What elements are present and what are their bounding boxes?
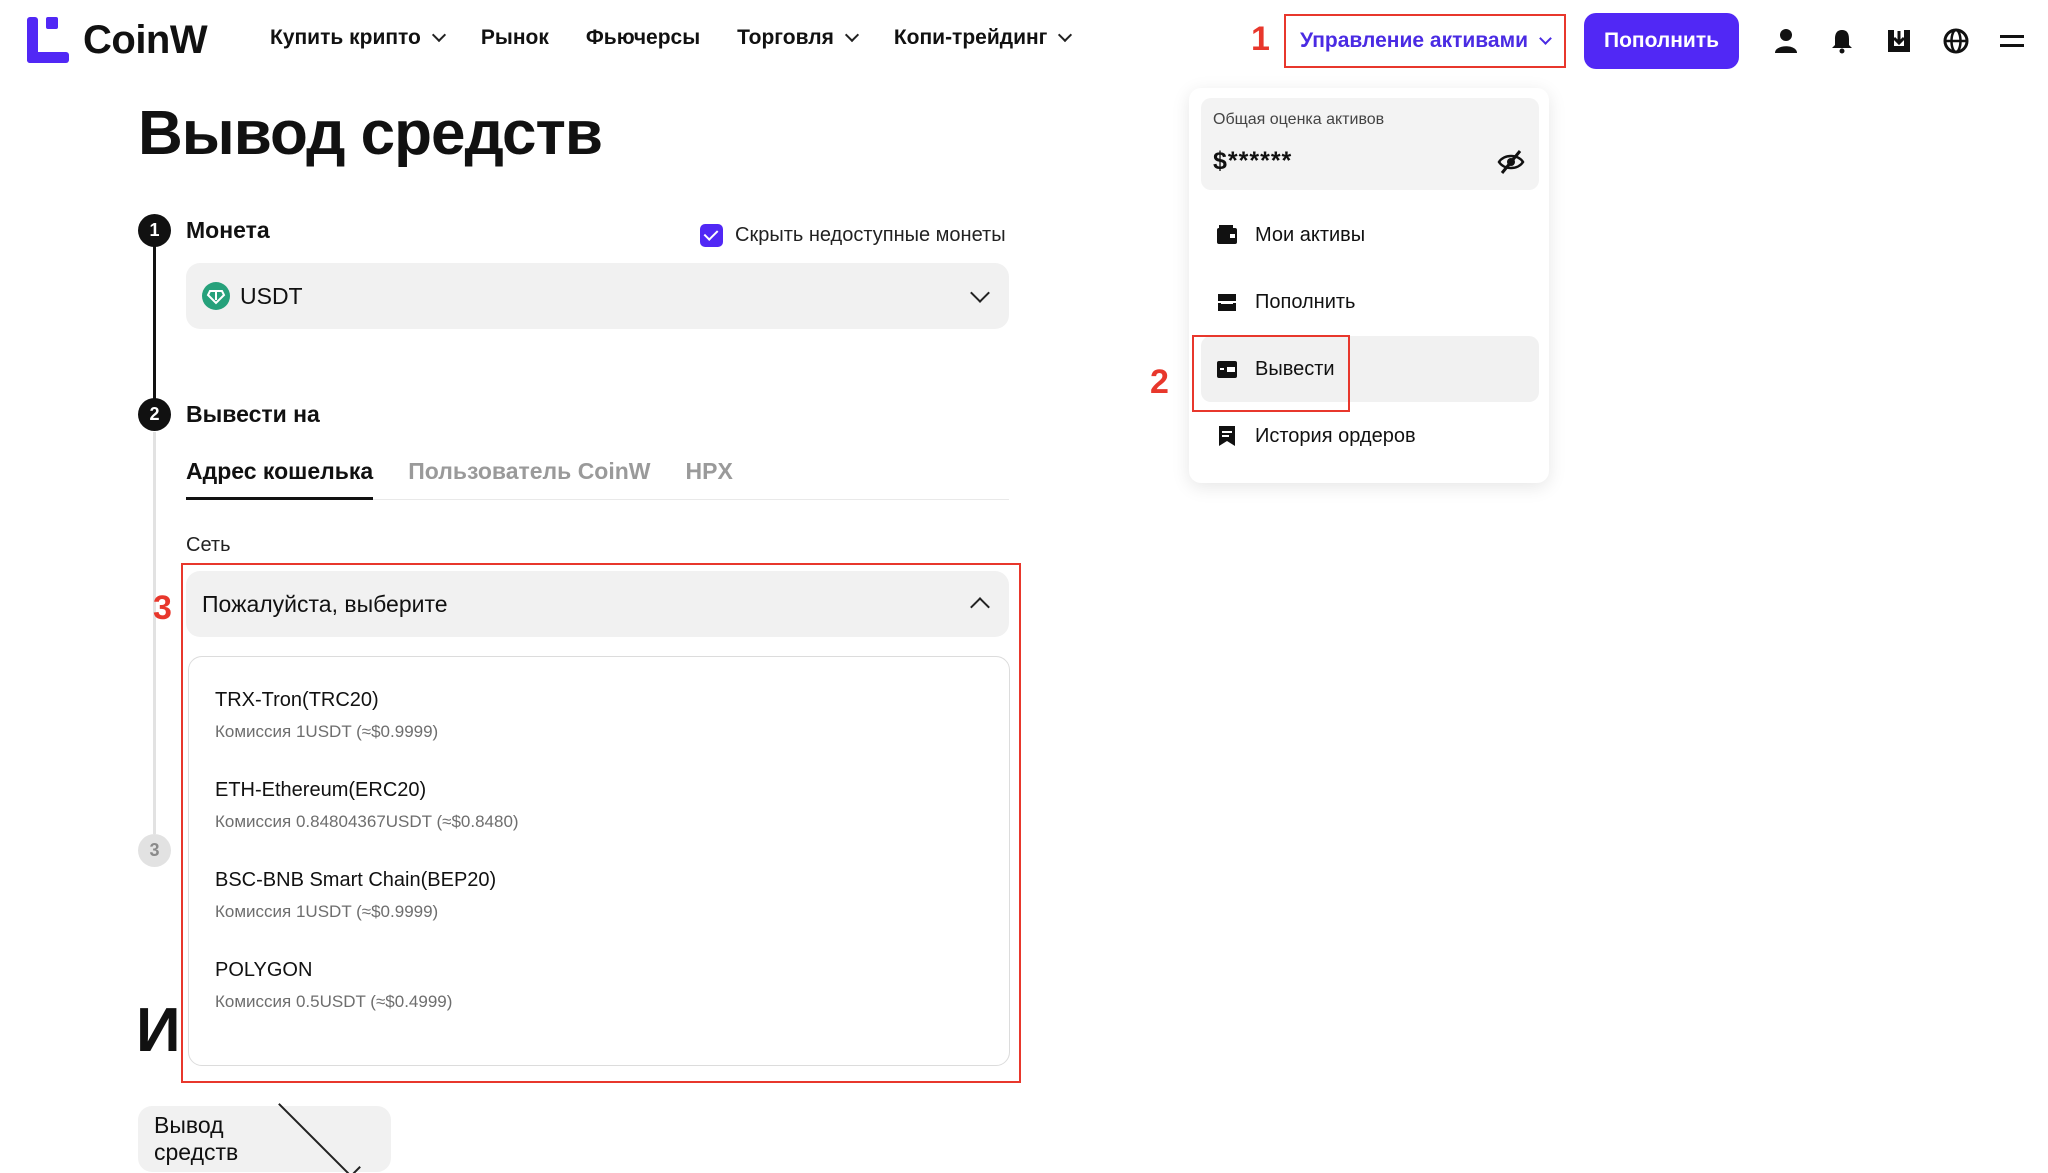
deposit-button[interactable]: Пополнить: [1584, 13, 1739, 69]
step-connector: [153, 432, 156, 834]
menu-my-assets[interactable]: Мои активы: [1201, 202, 1539, 268]
deposit-icon: [1218, 294, 1236, 311]
asset-management-button[interactable]: Управление активами: [1284, 14, 1566, 68]
estimate-value: $******: [1213, 147, 1293, 175]
step-2-badge: 2: [138, 398, 171, 431]
menu-icon[interactable]: [1997, 26, 2027, 56]
total-asset-estimate: Общая оценка активов $******: [1201, 98, 1539, 190]
globe-icon[interactable]: [1941, 26, 1971, 56]
section-heading-partial: И: [136, 996, 181, 1065]
coin-select[interactable]: USDT: [186, 263, 1009, 329]
nav-label: Фьючерсы: [585, 26, 701, 49]
bell-icon[interactable]: [1827, 26, 1857, 56]
checkbox-checked[interactable]: [700, 224, 723, 247]
nav-label: Торговля: [737, 26, 834, 49]
chevron-down-icon: [1539, 31, 1552, 45]
coinw-logo-icon: [27, 17, 69, 63]
nav-trading[interactable]: Торговля: [737, 26, 859, 50]
history-type-value: Вывод средств: [154, 1112, 239, 1165]
history-type-select[interactable]: Вывод средств: [138, 1094, 391, 1173]
chevron-down-icon: [278, 1094, 361, 1173]
user-icon[interactable]: [1771, 26, 1801, 56]
menu-item-label: Пополнить: [1255, 290, 1356, 313]
menu-item-label: История ордеров: [1255, 424, 1416, 447]
nav-label: Копи-трейдинг: [893, 26, 1048, 49]
hide-unavailable-label: Скрыть недоступные монеты: [735, 224, 1006, 246]
annotation-3: 3: [153, 589, 172, 627]
main-nav: Купить крипто Рынок Фьючерсы Торговля Ко…: [270, 26, 1107, 50]
download-icon[interactable]: [1884, 26, 1914, 56]
usdt-icon: [202, 282, 230, 310]
chevron-down-icon: [844, 27, 859, 43]
top-header: CoinW Купить крипто Рынок Фьючерсы Торго…: [0, 0, 2048, 82]
menu-item-label: Мои активы: [1255, 223, 1366, 246]
step-connector: [153, 246, 156, 402]
tab-hpx[interactable]: HPX: [686, 458, 733, 500]
annotation-box-2: [1192, 335, 1350, 412]
nav-buy-crypto[interactable]: Купить крипто: [270, 26, 446, 50]
page-title: Вывод средств: [138, 99, 603, 168]
annotation-2: 2: [1150, 363, 1169, 401]
tab-wallet-address[interactable]: Адрес кошелька: [186, 458, 374, 500]
chevron-down-icon: [1058, 27, 1073, 43]
step-1-label: Монета: [186, 217, 270, 243]
nav-futures[interactable]: Фьючерсы: [586, 26, 700, 50]
tab-coinw-user[interactable]: Пользователь CoinW: [408, 458, 650, 500]
network-label: Сеть: [186, 534, 231, 556]
nav-market[interactable]: Рынок: [481, 26, 549, 50]
wallet-icon: [1217, 225, 1237, 244]
coinw-logo[interactable]: CoinW: [27, 17, 208, 63]
nav-copy-trading[interactable]: Копи-трейдинг: [893, 26, 1073, 50]
order-history-icon: [1219, 426, 1235, 446]
menu-deposit[interactable]: Пополнить: [1201, 269, 1539, 335]
logo-text: CoinW: [83, 17, 208, 62]
destination-tabs: Адрес кошелька Пользователь CoinW HPX: [186, 458, 1009, 500]
step-2-label: Вывести на: [186, 401, 320, 427]
nav-label: Купить крипто: [270, 26, 421, 49]
eye-off-icon[interactable]: [1497, 148, 1525, 176]
coin-selected-value: USDT: [240, 282, 303, 309]
step-1-badge: 1: [138, 214, 171, 247]
step-3-badge: 3: [138, 834, 171, 867]
asset-management-label: Управление активами: [1299, 29, 1529, 52]
annotation-1: 1: [1251, 20, 1270, 58]
chevron-down-icon: [431, 27, 446, 43]
annotation-box-3: [181, 563, 1021, 1083]
asset-management-dropdown: Общая оценка активов $****** Мои активы …: [1189, 88, 1549, 483]
nav-label: Рынок: [480, 26, 549, 49]
hide-unavailable-coins-toggle[interactable]: Скрыть недоступные монеты: [700, 224, 1006, 247]
menu-order-history[interactable]: История ордеров: [1201, 403, 1539, 469]
estimate-label: Общая оценка активов: [1213, 111, 1385, 128]
chevron-down-icon: [970, 283, 990, 303]
